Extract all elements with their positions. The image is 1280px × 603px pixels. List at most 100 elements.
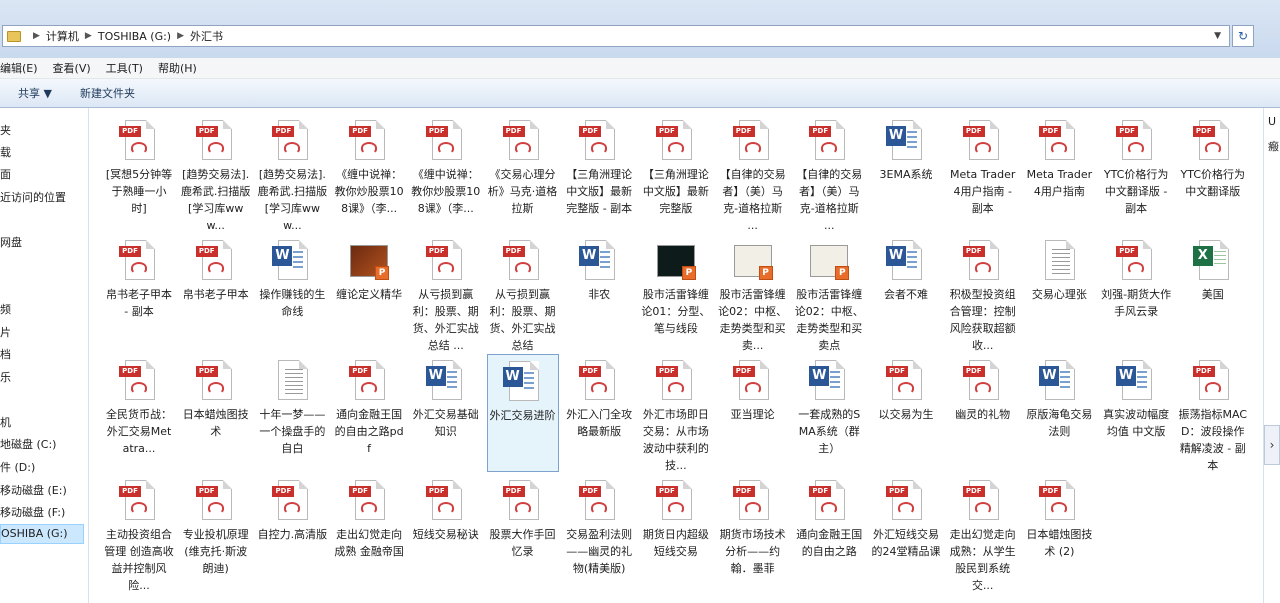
pdf-file-icon: PDF [579, 360, 619, 404]
file-item[interactable]: PDF 通向金融王国的自由之路 [793, 474, 865, 592]
file-name: 振荡指标MACD：波段操作精解凌波 - 副本 [1178, 408, 1248, 472]
address-bar[interactable]: ▶ 计算机 ▶ TOSHIBA (G:) ▶ 外汇书 ▼ [2, 25, 1230, 47]
word-file-icon: W [1039, 360, 1079, 404]
file-item[interactable]: P 股市活雷锋缠论02：中枢、走势类型和买卖... [717, 234, 789, 352]
menu-tools[interactable]: 工具(T) [106, 60, 143, 76]
file-item[interactable]: PDF 从亏损到赢利：股票、期货、外汇实战总结 [487, 234, 559, 352]
file-item[interactable]: PDF 幽灵的礼物 [947, 354, 1019, 472]
nav-item[interactable]: 面 [0, 166, 11, 182]
file-item[interactable]: P 股市活雷锋缠论01：分型、笔与线段 [640, 234, 712, 352]
file-item[interactable]: W 非农 [563, 234, 635, 352]
word-file-icon: W [1116, 360, 1156, 404]
file-item[interactable]: 交易心理张 [1023, 234, 1095, 352]
nav-item-drive-e[interactable]: 移动磁盘 (E:) [0, 482, 67, 498]
chevron-right-icon[interactable]: ▶ [177, 31, 184, 41]
file-item[interactable]: P 缠论定义精华 [333, 234, 405, 352]
file-item[interactable]: W 外汇交易基础知识 [410, 354, 482, 472]
breadcrumb-folder[interactable]: 外汇书 [190, 28, 223, 44]
nav-item[interactable]: 夹 [0, 122, 11, 138]
nav-item-drive-g[interactable]: OSHIBA (G:) [0, 524, 84, 544]
file-item[interactable]: PDF 从亏损到赢利：股票、期货、外汇实战总结 ... [410, 234, 482, 352]
breadcrumb-computer[interactable]: 计算机 [46, 28, 79, 44]
file-item[interactable]: W 原版海龟交易法则 [1023, 354, 1095, 472]
file-item[interactable]: PDF 自控力.高清版 [256, 474, 328, 592]
file-item[interactable]: PDF 走出幻觉走向成熟：从学生股民到系统交... [947, 474, 1019, 592]
file-item[interactable]: PDF 通向金融王国的自由之路pdf [333, 354, 405, 472]
file-item[interactable]: PDF 交易盈利法则——幽灵的礼物(精美版) [563, 474, 635, 592]
file-item[interactable]: PDF 振荡指标MACD：波段操作精解凌波 - 副本 [1177, 354, 1249, 472]
nav-item-recent-places[interactable]: 近访问的位置 [0, 189, 66, 205]
file-item[interactable]: W 3EMA系统 [870, 114, 942, 232]
file-name: 专业投机原理 (维克托·斯波朗迪) [182, 528, 249, 575]
file-item[interactable]: PDF 《交易心理分析》马克·道格拉斯 [487, 114, 559, 232]
nav-item-drive-f[interactable]: 移动磁盘 (F:) [0, 504, 65, 520]
new-folder-button[interactable]: 新建文件夹 [80, 85, 135, 101]
file-item[interactable]: X 美国 [1177, 234, 1249, 352]
file-item[interactable]: PDF 《缠中说禅：教你炒股票108课》（李... [410, 114, 482, 232]
nav-item-drive-c[interactable]: 地磁盘 (C:) [0, 436, 56, 452]
file-item[interactable]: PDF 走出幻觉走向成熟 金融帝国 [333, 474, 405, 592]
file-name: 外汇市场即日交易：从市场波动中获利的技... [642, 408, 709, 472]
menu-view[interactable]: 查看(V) [53, 60, 91, 76]
file-item[interactable]: PDF [冥想5分钟等于熟睡一小时] [103, 114, 175, 232]
file-item[interactable]: PDF 刘强-期货大作手风云录 [1100, 234, 1172, 352]
file-item[interactable]: PDF 专业投机原理 (维克托·斯波朗迪) [180, 474, 252, 592]
pdf-file-icon: PDF [1039, 120, 1079, 164]
file-item[interactable]: PDF 《缠中说禅：教你炒股票108课》（李... [333, 114, 405, 232]
file-item[interactable]: PDF Meta Trader4用户指南 - 副本 [947, 114, 1019, 232]
file-item[interactable]: PDF [趋势交易法].鹿希武.扫描版[学习库www... [180, 114, 252, 232]
file-item[interactable]: PDF 外汇市场即日交易：从市场波动中获利的技... [640, 354, 712, 472]
file-item[interactable]: W 真实波动幅度均值 中文版 [1100, 354, 1172, 472]
file-item[interactable]: PDF 亚当理论 [717, 354, 789, 472]
file-item[interactable]: PDF YTC价格行为中文翻译版 [1177, 114, 1249, 232]
file-item[interactable]: PDF 期货日内超级短线交易 [640, 474, 712, 592]
nav-item-videos[interactable]: 频 [0, 301, 11, 317]
share-button[interactable]: 共享 ▼ [18, 85, 52, 101]
file-item[interactable]: PDF 期货市场技术分析——约翰．墨菲 [717, 474, 789, 592]
nav-item-music[interactable]: 乐 [0, 369, 11, 385]
file-item[interactable]: PDF 短线交易秘诀 [410, 474, 482, 592]
nav-item-drive-d[interactable]: 件 (D:) [0, 459, 35, 475]
menu-help[interactable]: 帮助(H) [158, 60, 197, 76]
pdf-file-icon: PDF [195, 480, 236, 524]
file-item[interactable]: PDF 【自律的交易者】（美）马克-道格拉斯 ... [793, 114, 865, 232]
file-item[interactable]: PDF 日本蜡烛图技术 (2) [1023, 474, 1095, 592]
nav-item-documents[interactable]: 档 [0, 346, 11, 362]
menu-edit[interactable]: 编辑(E) [0, 60, 38, 76]
file-item[interactable]: W 一套成熟的SMA系统（群主） [793, 354, 865, 472]
pdf-file-icon: PDF [349, 480, 389, 524]
refresh-button[interactable]: ↻ [1232, 25, 1254, 47]
breadcrumb-drive[interactable]: TOSHIBA (G:) [98, 30, 171, 43]
file-item[interactable]: PDF 股票大作手回忆录 [487, 474, 559, 592]
file-item[interactable]: PDF 积极型投资组合管理：控制风险获取超额收... [947, 234, 1019, 352]
file-item[interactable]: PDF 外汇入门全攻略最新版 [563, 354, 635, 472]
file-item[interactable]: PDF YTC价格行为中文翻译版 - 副本 [1100, 114, 1172, 232]
nav-item-netdisk[interactable]: 网盘 [0, 234, 22, 250]
file-item[interactable]: PDF 全民货币战：外汇交易Metatra... [103, 354, 175, 472]
file-name: 3EMA系统 [879, 168, 933, 181]
file-item[interactable]: P 股市活雷锋缠论02：中枢、走势类型和买卖点 [793, 234, 865, 352]
file-item[interactable]: PDF 以交易为生 [870, 354, 942, 472]
file-item[interactable]: PDF 主动投资组合管理 创造高收益并控制风险... [103, 474, 175, 592]
expand-pane-button[interactable]: › [1264, 425, 1280, 465]
file-item[interactable]: PDF 外汇短线交易的24堂精品课 [870, 474, 942, 592]
nav-item-pictures[interactable]: 片 [0, 324, 11, 340]
file-item[interactable]: PDF 【自律的交易者】（美）马克-道格拉斯 ... [717, 114, 789, 232]
file-item[interactable]: PDF 日本蜡烛图技术 [180, 354, 252, 472]
file-name: 外汇短线交易的24堂精品课 [871, 528, 941, 558]
file-item[interactable]: PDF Meta Trader4用户指南 [1023, 114, 1095, 232]
file-item[interactable]: W 会者不难 [870, 234, 942, 352]
file-item[interactable]: PDF 帛书老子甲本 [180, 234, 252, 352]
file-item[interactable]: W 外汇交易进阶 [486, 354, 559, 472]
nav-item-computer[interactable]: 机 [0, 414, 11, 430]
file-item[interactable]: PDF 【三角洲理论中文版】最新完整版 - 副本 [563, 114, 635, 232]
file-name: 【自律的交易者】（美）马克-道格拉斯 ... [719, 168, 786, 232]
nav-item[interactable]: 载 [0, 144, 11, 160]
file-item[interactable]: PDF 帛书老子甲本 - 副本 [103, 234, 175, 352]
file-item[interactable]: PDF 【三角洲理论中文版】最新完整版 [640, 114, 712, 232]
chevron-right-icon[interactable]: ▶ [85, 31, 92, 41]
chevron-down-icon[interactable]: ▼ [1214, 31, 1221, 41]
file-item[interactable]: PDF [趋势交易法].鹿希武.扫描版[学习库www... [256, 114, 328, 232]
file-item[interactable]: W 操作赚钱的生命线 [256, 234, 328, 352]
file-item[interactable]: 十年一梦——一个操盘手的自白 [256, 354, 328, 472]
